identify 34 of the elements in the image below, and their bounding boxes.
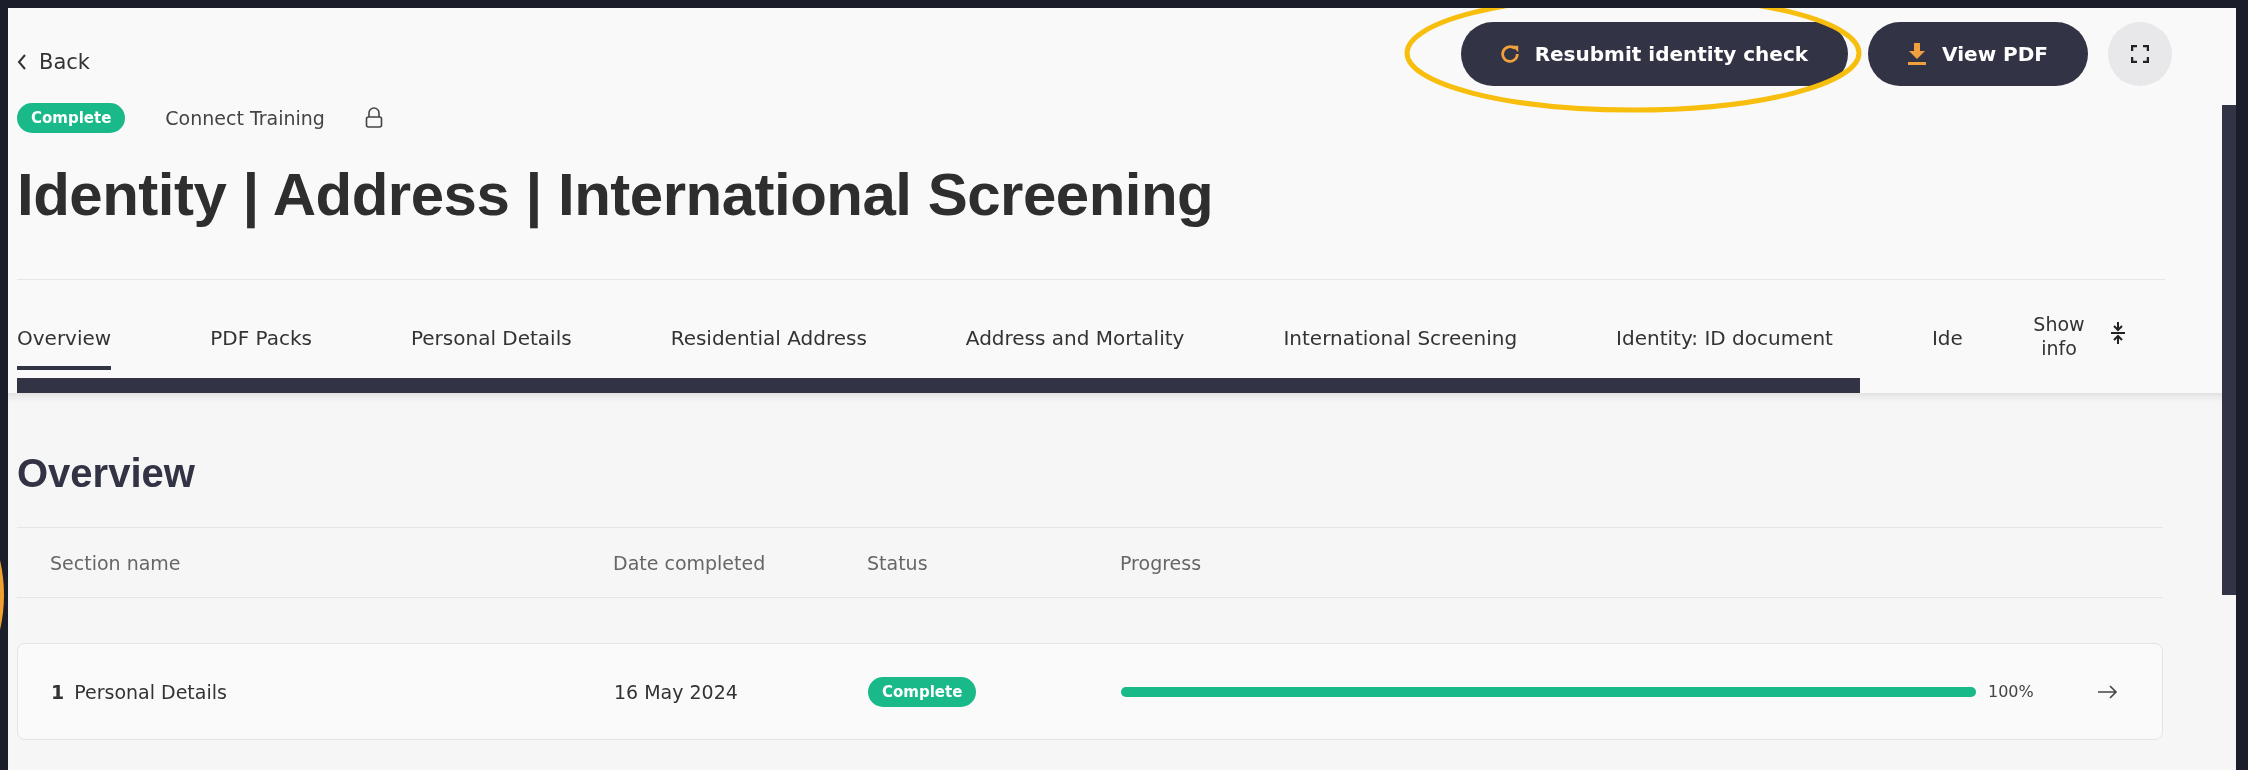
open-section-button[interactable]	[2098, 684, 2118, 699]
status-badge: Complete	[868, 677, 977, 707]
section-name: 1 Personal Details	[51, 680, 228, 703]
column-header: Date completed	[613, 551, 767, 574]
page-title: Identity | Address | International Screening	[17, 160, 1215, 231]
chevron-left-icon	[17, 54, 27, 70]
date-cell-text: 16 May 2024	[614, 680, 739, 703]
progress-percent: 100%	[1988, 682, 2035, 701]
column-header: Progress	[1120, 551, 1203, 574]
tab[interactable]: PDF Packs	[210, 326, 312, 370]
section-heading: Overview	[17, 450, 196, 497]
show-info-button[interactable]: Show info	[2019, 312, 2099, 360]
tab[interactable]: International Screening	[1283, 326, 1518, 370]
column-header: Section name	[50, 551, 182, 574]
resubmit-button[interactable]: Resubmit identity check	[1460, 22, 1849, 86]
tabs-scrollbar[interactable]	[17, 378, 1860, 393]
tab[interactable]: Address and Mortality	[965, 326, 1185, 370]
tab[interactable]: Identity: ID document	[1616, 326, 1833, 370]
tab[interactable]: Overview	[17, 326, 112, 370]
vertical-scrollbar[interactable]	[2222, 105, 2236, 595]
program-name: Connect Training	[165, 107, 325, 129]
arrow-right-icon	[2098, 684, 2118, 699]
download-icon	[1906, 42, 1929, 66]
refresh-icon	[1498, 43, 1521, 65]
fullscreen-icon	[2131, 45, 2149, 63]
tab[interactable]: Ide	[1931, 326, 1963, 370]
collapse-icon[interactable]	[2111, 322, 2125, 344]
tab[interactable]: Personal Details	[410, 326, 572, 370]
view-pdf-button[interactable]: View PDF	[1868, 22, 2088, 86]
tab[interactable]: Residential Address	[670, 326, 867, 370]
column-header: Status	[867, 551, 929, 574]
section-row[interactable]: 1 Personal Details 16 May 2024 Complete 100%	[17, 643, 2163, 740]
back-link[interactable]: Back	[17, 34, 90, 74]
status-badge: Complete	[17, 103, 126, 133]
